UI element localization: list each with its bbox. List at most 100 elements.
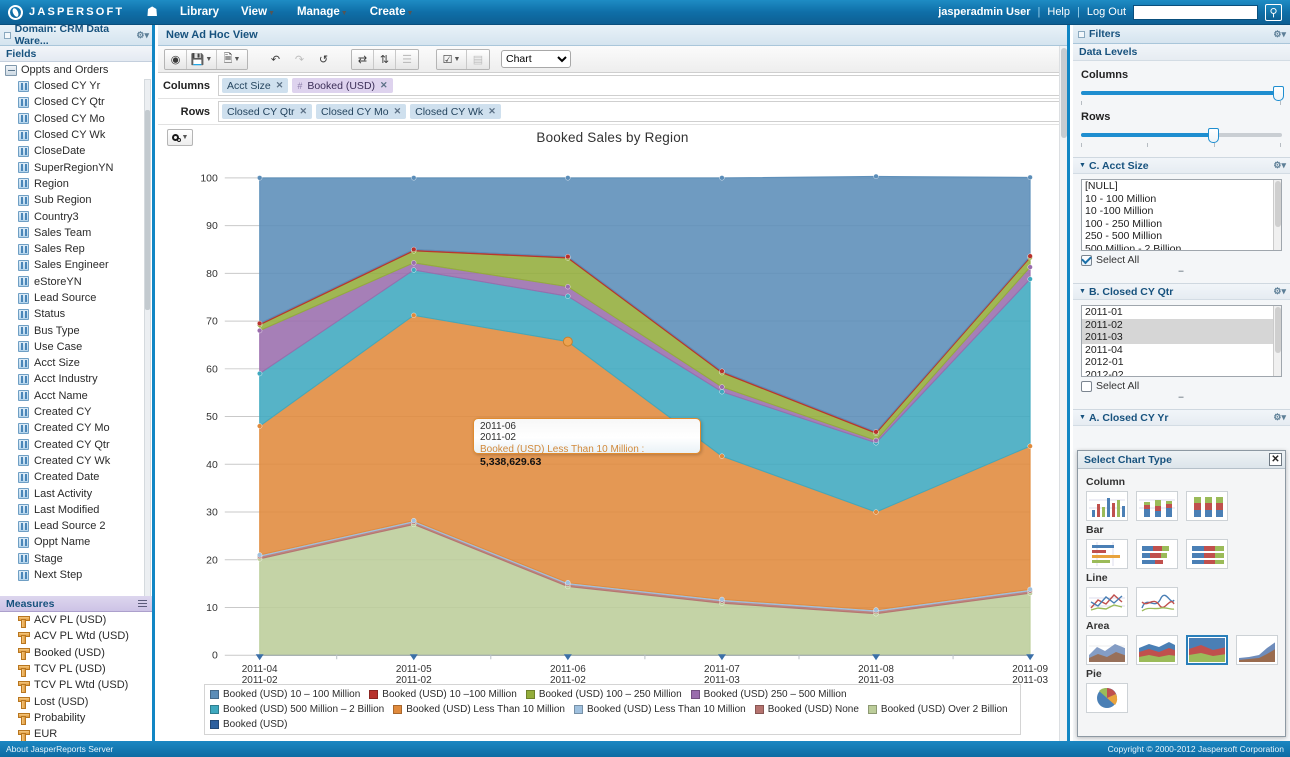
export-button[interactable]: 🗎▼ — [217, 50, 247, 69]
field-item[interactable]: Created CY Qtr — [0, 437, 152, 453]
chart-type-column-stacked-100-icon[interactable] — [1186, 491, 1228, 521]
field-item[interactable]: Sales Rep — [0, 241, 152, 257]
chevron-down-icon[interactable]: ▼ — [1079, 288, 1086, 295]
measure-item[interactable]: ACV PL (USD) — [0, 612, 152, 628]
jaspersoft-logo[interactable]: JASPERSOFT — [8, 5, 124, 20]
help-link[interactable]: Help — [1047, 6, 1070, 18]
field-item[interactable]: Use Case — [0, 339, 152, 355]
field-item[interactable]: Created CY Mo — [0, 420, 152, 436]
home-icon[interactable]: ☗ — [146, 4, 158, 20]
legend-item[interactable]: Booked (USD) 500 Million – 2 Billion — [210, 703, 384, 716]
redo-button[interactable]: ↷ — [289, 50, 310, 69]
field-item[interactable]: Acct Name — [0, 388, 152, 404]
close-icon[interactable]: ✕ — [394, 106, 402, 117]
field-item[interactable]: Sales Engineer — [0, 257, 152, 273]
filter-option[interactable]: 2011-01 — [1082, 306, 1281, 319]
field-item[interactable]: Closed CY Yr — [0, 78, 152, 94]
filter-header[interactable]: ▼C. Acct Size⚙▾ — [1073, 157, 1290, 174]
chip-acct-size[interactable]: Acct Size✕ — [222, 78, 288, 93]
field-item[interactable]: Status — [0, 306, 152, 322]
legend-item[interactable]: Booked (USD) 10 – 100 Million — [210, 688, 360, 701]
chart-type-line-basic-icon[interactable] — [1086, 587, 1128, 617]
filter-option[interactable]: 2012-01 — [1082, 356, 1281, 369]
filter-option[interactable]: 250 - 500 Million — [1082, 230, 1281, 243]
field-item[interactable]: Acct Industry — [0, 371, 152, 387]
filter-option[interactable]: 500 Million - 2 Billion — [1082, 243, 1281, 251]
domain-header[interactable]: Domain: CRM Data Ware... ⚙▾ — [0, 25, 152, 46]
resize-grip[interactable]: ━ — [1081, 394, 1282, 402]
field-item[interactable]: Region — [0, 176, 152, 192]
legend-item[interactable]: Booked (USD) 100 – 250 Million — [526, 688, 682, 701]
field-item[interactable]: Sub Region — [0, 192, 152, 208]
sort-button[interactable]: ⇅ — [374, 50, 396, 69]
legend-item[interactable]: Booked (USD) Less Than 10 Million — [393, 703, 565, 716]
gear-icon[interactable]: ⚙▾ — [1273, 286, 1286, 297]
close-icon[interactable]: ✕ — [488, 106, 496, 117]
gear-icon[interactable]: ⚙▾ — [1273, 29, 1286, 40]
chip-closed-cy-mo[interactable]: Closed CY Mo✕ — [316, 104, 406, 119]
page-options-button[interactable]: ☰ — [396, 50, 418, 69]
measure-item[interactable]: ACV PL Wtd (USD) — [0, 628, 152, 644]
chart-type-bar-stacked-100-icon[interactable] — [1186, 539, 1228, 569]
select-all-row[interactable]: Select All — [1081, 380, 1282, 392]
chart-type-bar-stacked-icon[interactable] — [1136, 539, 1178, 569]
scrollbar-thumb[interactable] — [1275, 181, 1281, 227]
save-button[interactable]: 💾▼ — [187, 50, 217, 69]
select-all-row[interactable]: Select All — [1081, 254, 1282, 266]
filter-option[interactable]: 2011-04 — [1082, 344, 1281, 357]
measure-item[interactable]: TCV PL Wtd (USD) — [0, 677, 152, 693]
field-item[interactable]: Closed CY Qtr — [0, 94, 152, 110]
filter-header[interactable]: ▼B. Closed CY Qtr⚙▾ — [1073, 283, 1290, 300]
close-icon[interactable]: ✕ — [1269, 453, 1282, 466]
filter-option[interactable]: [NULL] — [1082, 180, 1281, 193]
field-item[interactable]: Stage — [0, 551, 152, 567]
revert-button[interactable]: ↺ — [313, 50, 334, 69]
center-scrollbar[interactable] — [1059, 46, 1067, 741]
undo-button[interactable]: ↶ — [265, 50, 286, 69]
field-item[interactable]: Created Date — [0, 469, 152, 485]
field-list[interactable]: Oppts and Orders Closed CY YrClosed CY Q… — [0, 62, 152, 596]
field-item[interactable]: Bus Type — [0, 322, 152, 338]
preview-button[interactable]: ◉ — [165, 50, 187, 69]
chart-type-column-stacked-icon[interactable] — [1136, 491, 1178, 521]
columns-slider[interactable] — [1081, 86, 1282, 99]
measure-item[interactable]: Probability — [0, 710, 152, 726]
filter-option[interactable]: 10 - 100 Million — [1082, 193, 1281, 206]
filter-option[interactable]: 100 - 250 Million — [1082, 218, 1281, 231]
gear-icon[interactable]: ⚙▾ — [136, 30, 149, 41]
field-item[interactable]: CloseDate — [0, 143, 152, 159]
legend-item[interactable]: Booked (USD) 10 –100 Million — [369, 688, 517, 701]
field-item[interactable]: Country3 — [0, 208, 152, 224]
field-item[interactable]: Closed CY Mo — [0, 111, 152, 127]
close-icon[interactable]: ✕ — [276, 80, 284, 91]
fields-scrollbar[interactable] — [144, 79, 151, 596]
legend-item[interactable]: Booked (USD) 250 – 500 Million — [691, 688, 847, 701]
legend-item[interactable]: Booked (USD) None — [755, 703, 859, 716]
field-item[interactable]: Last Activity — [0, 485, 152, 501]
rows-shelf-dropzone[interactable]: Closed CY Qtr✕ Closed CY Mo✕ Closed CY W… — [218, 101, 1063, 122]
resize-grip[interactable]: ━ — [1081, 268, 1282, 276]
gear-icon[interactable]: ⚙▾ — [1273, 412, 1286, 423]
select-all-checkbox[interactable] — [1081, 381, 1092, 392]
field-item[interactable]: Sales Team — [0, 225, 152, 241]
filter-option[interactable]: 2011-02 — [1082, 319, 1281, 332]
field-item[interactable]: SuperRegionYN — [0, 159, 152, 175]
view-mode-select[interactable]: Chart — [501, 50, 571, 68]
measure-item[interactable]: Lost (USD) — [0, 693, 152, 709]
chart-type-area-stacked-icon[interactable] — [1136, 635, 1178, 665]
chip-booked-usd[interactable]: #Booked (USD)✕ — [292, 78, 392, 93]
chip-closed-cy-wk[interactable]: Closed CY Wk✕ — [410, 104, 501, 119]
chevron-down-icon[interactable]: ▼ — [1079, 414, 1086, 421]
filter-option[interactable]: 2011-03 — [1082, 331, 1281, 344]
field-root-node[interactable]: Oppts and Orders — [0, 62, 152, 78]
about-link[interactable]: About JasperReports Server — [6, 744, 113, 754]
chevron-down-icon[interactable]: ▼ — [1079, 162, 1086, 169]
panel-collapse-icon[interactable] — [4, 32, 11, 39]
measure-list[interactable]: ACV PL (USD)ACV PL Wtd (USD)Booked (USD)… — [0, 612, 152, 741]
close-icon[interactable]: ✕ — [300, 106, 308, 117]
field-item[interactable]: Next Step — [0, 567, 152, 583]
menu-create[interactable]: Create▼ — [370, 6, 414, 18]
field-item[interactable]: Acct Size — [0, 355, 152, 371]
slider-handle[interactable] — [1208, 128, 1219, 143]
rows-slider[interactable] — [1081, 128, 1282, 141]
